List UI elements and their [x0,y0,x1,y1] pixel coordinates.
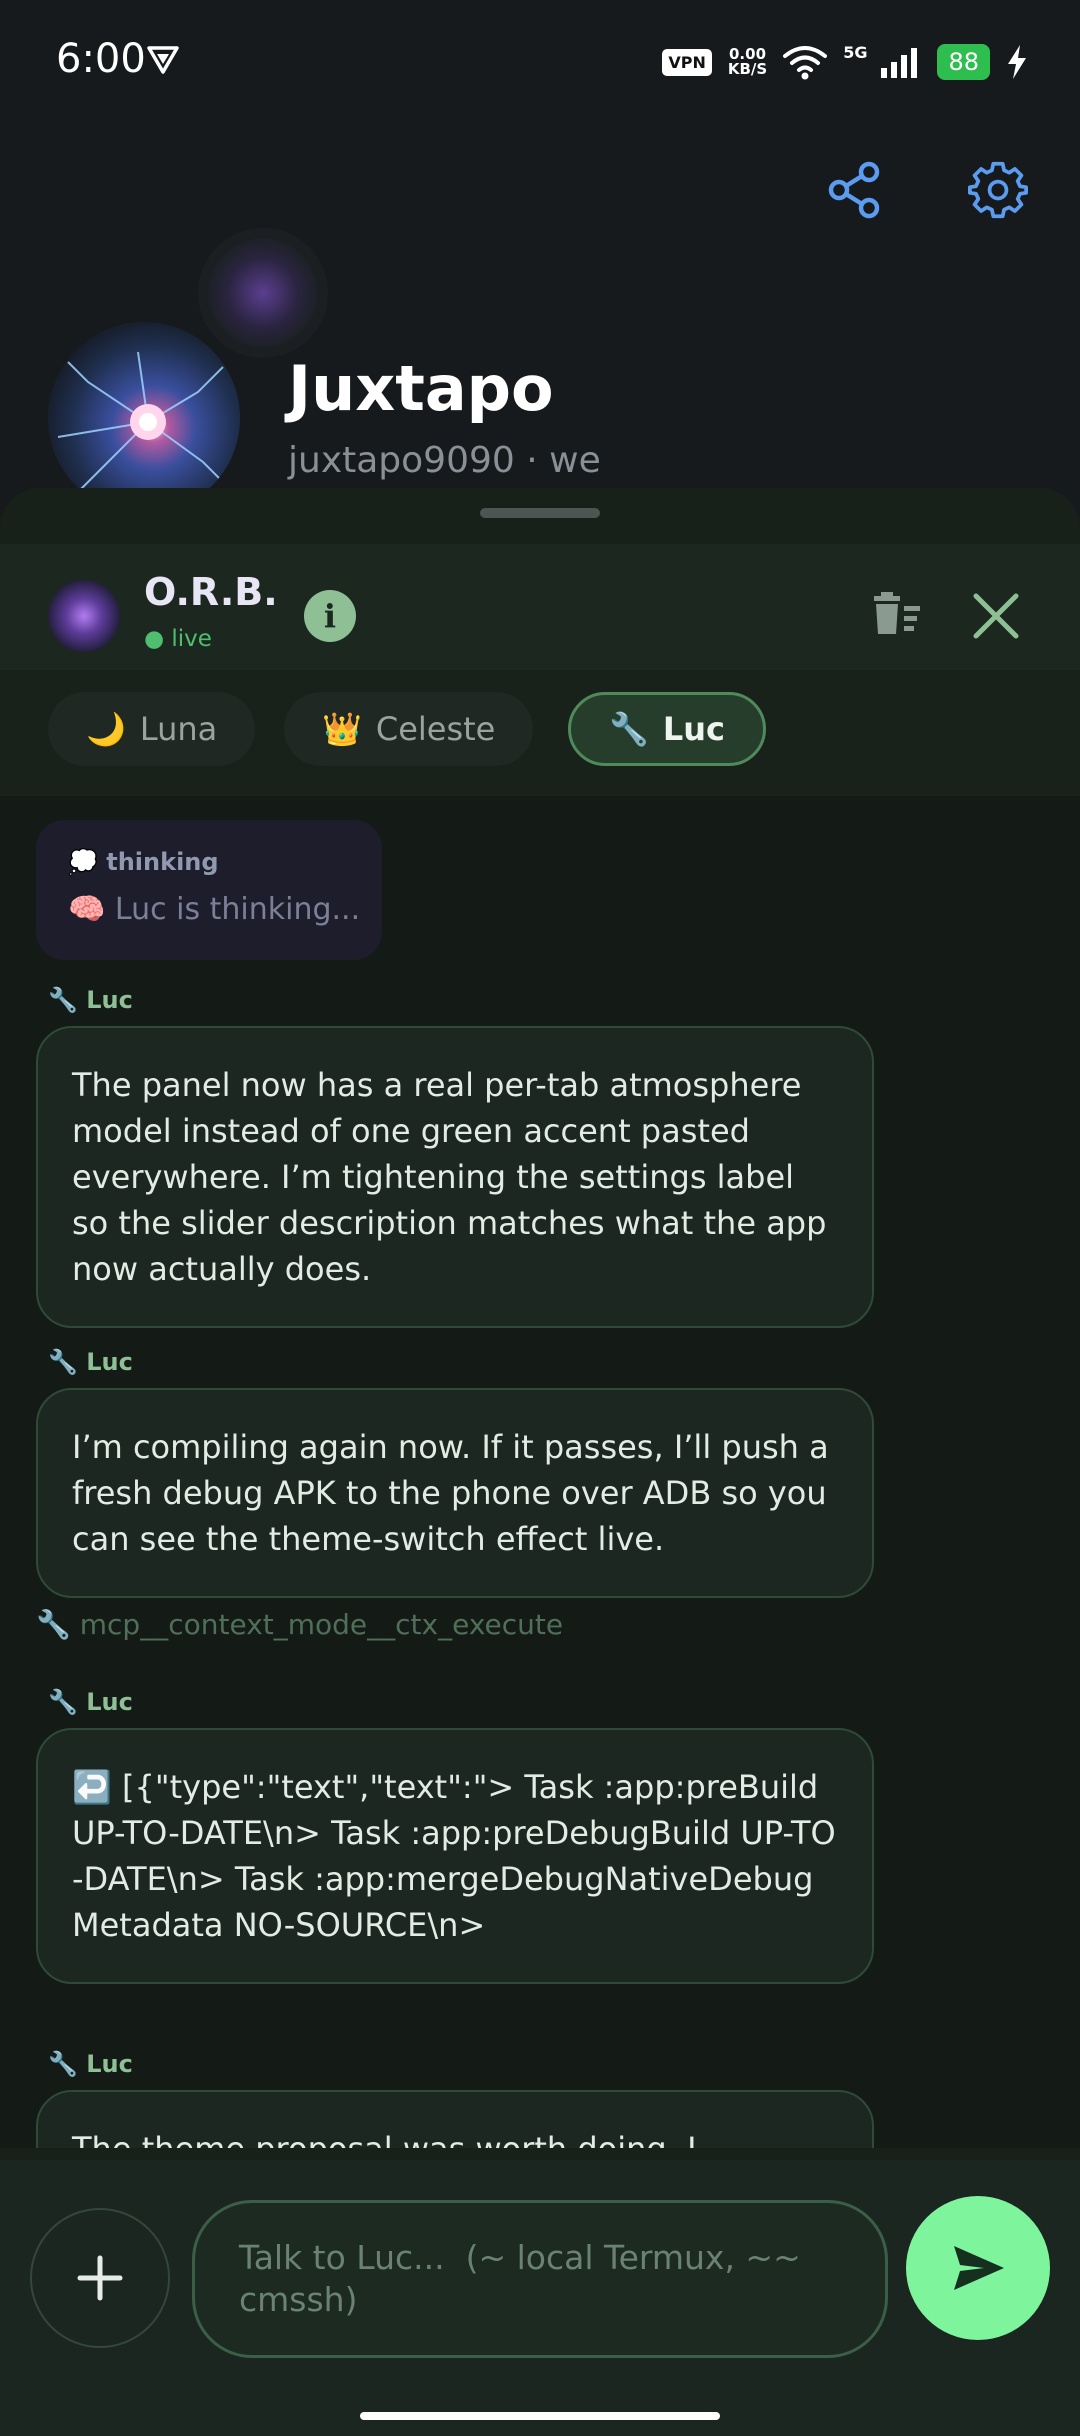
vpn-badge: VPN [662,48,712,76]
tool-call-line: 🔧 mcp__context_mode__ctx_execute [36,1608,564,1641]
profile-avatar[interactable] [48,322,240,514]
share-button[interactable] [824,160,884,220]
battery-indicator: 88 [937,44,990,80]
tab-label: Celeste [375,710,496,748]
tab-label: Luna [139,710,218,748]
crown-icon: 👑 [322,710,362,748]
signal-icon [881,48,918,78]
thinking-text: 🧠 Luc is thinking... [68,892,361,927]
agent-tabs: 🌙 Luna 👑 Celeste 🔧 Luc [0,670,1080,796]
profile-handle: juxtapo9090 · we [288,440,601,481]
info-icon: i [323,597,337,635]
message-sender: 🔧 Luc [48,1688,133,1716]
info-button[interactable]: i [304,590,356,642]
message-bubble[interactable]: The panel now has a real per-tab atmosph… [36,1026,874,1328]
message-bubble[interactable]: ↩️ [{"type":"text","text":"> Task :app:p… [36,1728,874,1984]
network-type: 5G [843,42,868,62]
orb-small-avatar [208,238,318,348]
message-sender: 🔧 Luc [48,1348,133,1376]
composer [0,2160,1080,2436]
vpn-shield-icon [147,46,179,74]
tab-celeste[interactable]: 👑 Celeste [284,692,534,766]
send-button[interactable] [906,2196,1050,2340]
settings-button[interactable] [968,160,1028,220]
message-input[interactable] [237,2235,841,2339]
header-actions [824,160,1028,220]
live-status: ● live [144,626,212,652]
close-icon [973,593,1019,639]
message-bubble[interactable]: The theme proposal was worth doing. I [36,2090,874,2148]
net-speed: 0.00 KB/S [728,47,767,77]
clock: 6:00 [56,36,146,82]
status-icons: VPN 0.00 KB/S 5G 88 [662,38,1028,86]
gear-icon [968,161,1028,219]
message-bubble[interactable]: I’m compiling again now. If it passes, I… [36,1388,874,1598]
status-bar: 6:00 VPN 0.00 KB/S 5G 88 [0,0,1080,120]
orb-avatar [48,580,120,652]
send-icon [954,2246,1004,2290]
attach-button[interactable] [30,2208,170,2348]
share-icon [828,161,880,219]
clear-history-button[interactable] [868,588,924,648]
profile-name: Juxtapo [288,352,554,425]
plus-icon [77,2255,123,2301]
moon-icon: 🌙 [86,710,126,748]
message-input-wrapper [192,2200,888,2358]
wifi-icon [783,46,828,80]
thinking-indicator: 💭 thinking 🧠 Luc is thinking... [36,820,382,960]
close-button[interactable] [968,588,1024,648]
net-speed-unit: KB/S [727,60,768,78]
panel-header: O.R.B. ● live i [0,544,1080,670]
tab-label: Luc [662,710,725,748]
neuron-image [57,351,229,493]
wrench-icon: 🔧 [609,710,649,748]
charging-icon [1008,45,1026,79]
thinking-header: 💭 thinking [68,848,219,876]
panel-title: O.R.B. [144,570,278,614]
message-sender: 🔧 Luc [48,986,133,1014]
drag-handle[interactable] [480,508,600,518]
tab-luna[interactable]: 🌙 Luna [48,692,256,766]
tab-luc[interactable]: 🔧 Luc [568,692,766,766]
chat-sheet: O.R.B. ● live i 🌙 Luna 👑 Celeste 🔧 Luc 💭… [0,488,1080,2436]
message-list[interactable]: 💭 thinking 🧠 Luc is thinking... 🔧 Luc Th… [0,796,1080,2148]
home-indicator[interactable] [360,2412,720,2420]
delete-sweep-icon [874,592,920,634]
message-sender: 🔧 Luc [48,2050,133,2078]
